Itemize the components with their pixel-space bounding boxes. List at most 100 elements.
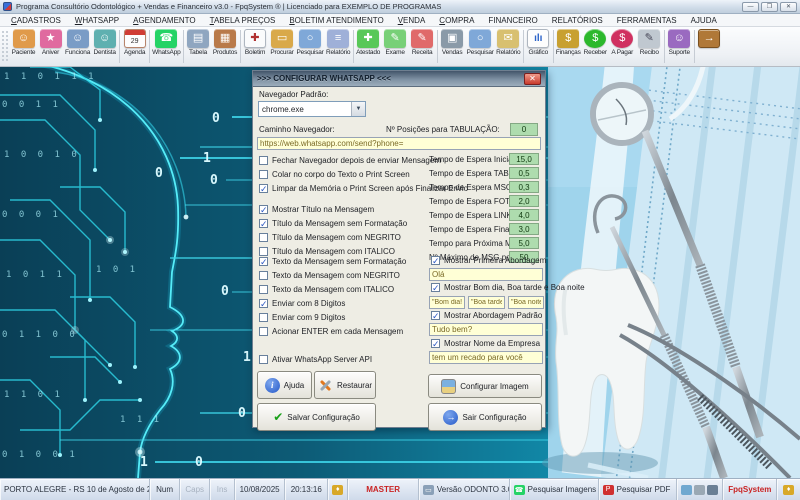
toolbar-procurar-button[interactable]: ▭Procurar <box>269 27 296 66</box>
abordagem-padrao-input[interactable] <box>429 323 543 336</box>
checkbox-mostrar-nome-empresa[interactable]: ✓Mostrar Nome da Empresa <box>431 339 540 348</box>
checkbox-ativar-server-api[interactable]: Ativar WhatsApp Server API <box>259 355 372 364</box>
checkbox-titulo-italico[interactable]: Título da Mensagem com ITALICO <box>259 247 395 256</box>
checkbox-colar-printscreen[interactable]: Colar no corpo do Texto o Print Screen <box>259 170 410 179</box>
timer-msg-label: Tempo de Espera MSG: <box>429 183 514 192</box>
search-images-button[interactable]: ☎Pesquisar Imagens <box>510 479 599 500</box>
browser-select-value: chrome.exe <box>259 105 351 114</box>
checkbox-titulo-sem-formatacao[interactable]: ✓Título da Mensagem sem Formatação <box>259 219 407 228</box>
salvar-configuracao-button[interactable]: ✔ Salvar Configuração <box>257 403 376 431</box>
timer-tab-field[interactable]: 0,5 <box>509 167 539 179</box>
toolbar-receber-button[interactable]: $Receber <box>582 27 609 66</box>
menu-boletim-atendimento[interactable]: BOLETIM ATENDIMENTO <box>282 16 390 25</box>
svg-text:1 1 0 1: 1 1 0 1 <box>4 390 63 400</box>
toolbar-grafico-button[interactable]: ılıGráfico <box>525 27 552 66</box>
toolbar-funcionario-button[interactable]: ☺Funciona <box>64 27 91 66</box>
menu-venda[interactable]: VENDA <box>391 16 433 25</box>
toolbar-aniver-button[interactable]: ★Aniver <box>37 27 64 66</box>
checkbox-acionar-enter[interactable]: Acionar ENTER em cada Mensagem <box>259 327 403 336</box>
checkbox-texto-sem-formatacao[interactable]: ✓Texto da Mensagem sem Formatação <box>259 257 406 266</box>
svg-text:0: 0 <box>195 455 203 470</box>
toolbar-separator <box>183 30 184 63</box>
monitor-icon[interactable] <box>707 485 718 495</box>
browser-select[interactable]: chrome.exe ▼ <box>258 101 366 117</box>
menu-agendamento[interactable]: AGENDAMENTO <box>126 16 203 25</box>
checkbox-mostrar-titulo[interactable]: ✓Mostrar Título na Mensagem <box>259 205 374 214</box>
toolbar-pesquisar2-button[interactable]: ○Pesquisar <box>466 27 495 66</box>
toolbar-whatsapp-button[interactable]: ☎WhatsApp <box>151 27 181 66</box>
checkbox-mostrar-bom-dia[interactable]: ✓Mostrar Bom dia, Boa tarde e Boa noite <box>431 283 585 292</box>
checkbox-box: ✓ <box>259 205 268 214</box>
toolbar-dentista-button[interactable]: ☺Dentista <box>91 27 118 66</box>
toolbar-vendas-button[interactable]: ▣Vendas <box>439 27 466 66</box>
app-logo-icon <box>3 2 12 11</box>
toolbar-receita-button[interactable]: ✎Receita <box>409 27 436 66</box>
timer-proxima-msg-field[interactable]: 5,0 <box>509 237 539 249</box>
checkbox-mostrar-abordagem-padrao[interactable]: ✓Mostrar Abordagem Padrão <box>431 311 542 320</box>
finance-dollar-icon: $ <box>557 29 579 48</box>
menu-ferramentas[interactable]: FERRAMENTAS <box>610 16 684 25</box>
nome-empresa-input[interactable] <box>429 351 543 364</box>
patients-icon: ☺ <box>13 29 35 48</box>
menu-cadastros[interactable]: CADASTROS <box>4 16 68 25</box>
sair-configuracao-button[interactable]: → Sair Configuração <box>428 403 542 431</box>
boa-noite-input[interactable] <box>508 296 544 309</box>
toolbar-boletim-button[interactable]: ✚Boletim <box>242 27 269 66</box>
toolbar-pesquisar-button[interactable]: ○Pesquisar <box>296 27 325 66</box>
toolbar-exame-button[interactable]: ✎Exame <box>382 27 409 66</box>
primeira-abordagem-input[interactable] <box>429 268 543 281</box>
bom-dia-input[interactable] <box>429 296 465 309</box>
app-title-bar: Programa Consultório Odontológico + Vend… <box>0 0 800 14</box>
toolbar-apagar-button[interactable]: $A Pagar <box>609 27 636 66</box>
checkbox-fechar-navegador[interactable]: Fechar Navegador depois de enviar Mensag… <box>259 156 441 165</box>
tab-positions-field[interactable]: 0 <box>510 123 538 136</box>
image-tool-icon[interactable] <box>681 485 692 495</box>
toolbar-paciente-button[interactable]: ☺Paciente <box>10 27 37 66</box>
menu-whatsapp[interactable]: WHATSAPP <box>68 16 126 25</box>
checkbox-box <box>259 271 268 280</box>
timer-msg-field[interactable]: 0,3 <box>509 181 539 193</box>
checkbox-box: ✓ <box>431 283 440 292</box>
svg-text:0: 0 <box>212 111 220 126</box>
toolbar-financas-button[interactable]: $Finanças <box>555 27 582 66</box>
toolbar-produtos-button[interactable]: ▦Produtos <box>212 27 239 66</box>
checkbox-titulo-negrito[interactable]: Título da Mensagem com NEGRITO <box>259 233 401 242</box>
toolbar-relatorio2-button[interactable]: ✉Relatório <box>495 27 522 66</box>
checkbox-mostrar-primeira-abordagem[interactable]: ✓Mostrar Primeira Abordagem <box>431 256 546 265</box>
checkbox-enviar-9-digitos[interactable]: Enviar com 9 Digitos <box>259 313 345 322</box>
menu-tabela-precos[interactable]: TABELA PREÇOS <box>203 16 283 25</box>
toolbar-tabela-button[interactable]: ▤Tabela <box>185 27 212 66</box>
checkbox-texto-italico[interactable]: Texto da Mensagem com ITALICO <box>259 285 394 294</box>
menu-relatorios[interactable]: RELATÓRIOS <box>545 16 610 25</box>
restaurar-button[interactable]: Restaurar <box>314 371 376 399</box>
boa-tarde-input[interactable] <box>468 296 505 309</box>
timer-foto-field[interactable]: 2,0 <box>509 195 539 207</box>
menu-financeiro[interactable]: FINANCEIRO <box>481 16 544 25</box>
status-insert: Ins <box>210 479 235 500</box>
timer-finalizacao-field[interactable]: 3,0 <box>509 223 539 235</box>
prescription-icon: ✎ <box>411 29 433 48</box>
browser-label: Navegador Padrão: <box>259 90 328 99</box>
toolbar-agenda-button[interactable]: 29Agenda <box>121 27 148 66</box>
ajuda-button[interactable]: i Ajuda <box>257 371 312 399</box>
search-pdf-button[interactable]: PPesquisar PDF <box>599 479 677 500</box>
restore-button[interactable]: ❐ <box>761 2 778 12</box>
toolbar-relatorio-button[interactable]: ≡Relatório <box>325 27 352 66</box>
dialog-close-button[interactable]: ✕ <box>524 73 541 85</box>
checkbox-texto-negrito[interactable]: Texto da Mensagem com NEGRITO <box>259 271 400 280</box>
timer-link-field[interactable]: 4,0 <box>509 209 539 221</box>
timer-inicial-field[interactable]: 15,0 <box>509 153 539 165</box>
browser-url-input[interactable] <box>257 137 541 150</box>
toolbar-sair-button[interactable]: → <box>696 27 723 66</box>
checkbox-enviar-8-digitos[interactable]: ✓Enviar com 8 Digitos <box>259 299 345 308</box>
toolbar-atestado-button[interactable]: ✚Atestado <box>355 27 382 66</box>
menu-ajuda[interactable]: AJUDA <box>684 16 724 25</box>
configurar-imagem-button[interactable]: Configurar Imagem <box>428 374 542 398</box>
toolbar-recibo-button[interactable]: ✎Recibo <box>636 27 663 66</box>
printer-icon[interactable] <box>694 485 705 495</box>
toolbar-suporte-button[interactable]: ☺Suporte <box>666 27 693 66</box>
menu-compra[interactable]: COMPRA <box>432 16 481 25</box>
dialog-body: Navegador Padrão: chrome.exe ▼ Caminho N… <box>253 87 545 429</box>
close-button[interactable]: ✕ <box>780 2 797 12</box>
minimize-button[interactable]: — <box>742 2 759 12</box>
